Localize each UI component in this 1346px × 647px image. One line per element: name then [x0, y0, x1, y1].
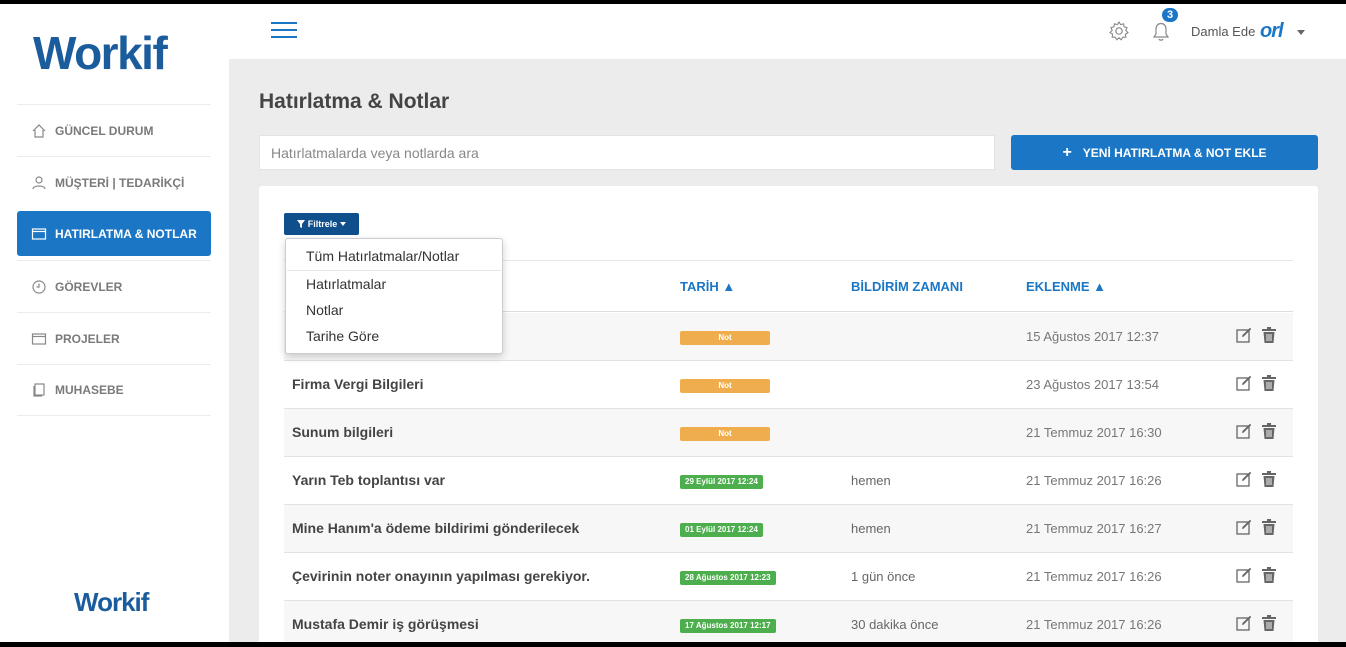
home-icon — [31, 123, 47, 139]
sidebar: Workif GÜNCEL DURUM MÜŞTERİ | TEDARİKÇİ … — [0, 4, 229, 642]
user-name[interactable]: Damla Ede — [1191, 24, 1255, 39]
edit-icon[interactable] — [1236, 327, 1252, 343]
bell-icon[interactable] — [1150, 19, 1172, 43]
edit-icon[interactable] — [1236, 519, 1252, 535]
sidebar-item-label: HATIRLATMA & NOTLAR — [55, 226, 197, 241]
date-badge: 28 Ağustos 2017 12:23 — [680, 571, 776, 585]
gear-icon[interactable] — [1108, 20, 1130, 42]
table-row[interactable]: Sunum bilgileri Not 21 Temmuz 2017 16:30 — [284, 409, 1293, 457]
filter-icon — [296, 220, 305, 228]
filter-dropdown-menu: Tüm Hatırlatmalar/Notlar Hatırlatmalar N… — [285, 238, 503, 354]
add-button-label: YENİ HATIRLATMA & NOT EKLE — [1082, 145, 1267, 160]
notify-time: 30 dakika önce — [851, 617, 939, 632]
notify-time: hemen — [851, 473, 891, 488]
sidebar-nav: GÜNCEL DURUM MÜŞTERİ | TEDARİKÇİ HATIRLA… — [17, 104, 211, 416]
row-title[interactable]: Firma Vergi Bilgileri — [292, 376, 424, 392]
edit-icon[interactable] — [1236, 471, 1252, 487]
row-title[interactable]: Sunum bilgileri — [292, 424, 393, 440]
date-badge: 29 Eylül 2017 12:24 — [680, 475, 763, 489]
added-date: 21 Temmuz 2017 16:26 — [1026, 617, 1162, 632]
sidebar-item-label: GÖREVLER — [55, 279, 123, 294]
table-row[interactable]: Mustafa Demir iş görüşmesi 17 Ağustos 20… — [284, 601, 1293, 642]
caret-down-icon — [340, 222, 347, 226]
chevron-down-icon[interactable] — [1297, 30, 1305, 35]
folder-icon — [31, 226, 47, 242]
notification-badge: 3 — [1162, 8, 1178, 22]
added-date: 21 Temmuz 2017 16:30 — [1026, 425, 1162, 440]
search-input[interactable] — [259, 135, 995, 170]
row-title[interactable]: Mine Hanım'a ödeme bildirimi gönderilece… — [292, 520, 579, 536]
filter-option-by-date[interactable]: Tarihe Göre — [306, 328, 379, 344]
trash-icon[interactable] — [1262, 375, 1276, 391]
workif-logo[interactable]: Workif — [33, 28, 168, 78]
note-badge: Not — [680, 379, 770, 393]
trash-icon[interactable] — [1262, 567, 1276, 583]
added-date: 23 Ağustos 2017 13:54 — [1026, 377, 1160, 392]
trash-icon[interactable] — [1262, 519, 1276, 535]
filter-button-label: Filtrele — [307, 219, 338, 229]
notify-time: hemen — [851, 521, 891, 536]
sidebar-item-projeler[interactable]: PROJELER — [17, 312, 211, 364]
added-date: 15 Ağustos 2017 12:37 — [1026, 329, 1160, 344]
sidebar-item-guncel-durum[interactable]: GÜNCEL DURUM — [17, 104, 211, 156]
org-logo: orl — [1260, 20, 1284, 42]
table-row[interactable]: Mine Hanım'a ödeme bildirimi gönderilece… — [284, 505, 1293, 553]
folder-icon — [31, 331, 47, 347]
filter-button[interactable]: Filtrele — [284, 213, 359, 235]
row-title[interactable]: Yarın Teb toplantısı var — [292, 472, 445, 488]
page-title: Hatırlatma & Notlar — [259, 90, 450, 113]
top-bar: 3 Damla Ede orl — [229, 4, 1346, 59]
edit-icon[interactable] — [1236, 423, 1252, 439]
note-badge: Not — [680, 427, 770, 441]
sidebar-item-label: PROJELER — [55, 331, 120, 346]
trash-icon[interactable] — [1262, 615, 1276, 631]
sidebar-item-musteri-tedarikci[interactable]: MÜŞTERİ | TEDARİKÇİ — [17, 156, 211, 208]
column-header-added[interactable]: EKLENME ▲ — [1026, 279, 1106, 294]
notify-time: 1 gün önce — [851, 569, 916, 584]
edit-icon[interactable] — [1236, 567, 1252, 583]
added-date: 21 Temmuz 2017 16:27 — [1026, 521, 1162, 536]
plus-icon: + — [1062, 143, 1072, 161]
document-icon — [31, 382, 47, 398]
add-reminder-note-button[interactable]: + YENİ HATIRLATMA & NOT EKLE — [1011, 135, 1318, 170]
sidebar-item-label: MÜŞTERİ | TEDARİKÇİ — [55, 175, 185, 190]
workif-footer-logo: Workif — [74, 587, 149, 617]
sidebar-item-label: MUHASEBE — [55, 383, 124, 397]
dropdown-divider — [287, 270, 501, 271]
table-row[interactable]: Firma Vergi Bilgileri Not 23 Ağustos 201… — [284, 361, 1293, 409]
date-badge: 17 Ağustos 2017 12:17 — [680, 619, 776, 633]
column-header-notify[interactable]: BİLDİRİM ZAMANI — [851, 279, 963, 294]
row-title[interactable]: Çevirinin noter onayının yapılması gerek… — [292, 568, 590, 584]
user-icon — [31, 175, 47, 191]
trash-icon[interactable] — [1262, 327, 1276, 343]
sidebar-item-hatirlatma-notlar[interactable]: HATIRLATMA & NOTLAR — [17, 211, 211, 256]
clock-icon — [31, 279, 47, 295]
column-header-date[interactable]: TARİH ▲ — [680, 279, 735, 294]
app-window: Workif GÜNCEL DURUM MÜŞTERİ | TEDARİKÇİ … — [0, 4, 1346, 642]
edit-icon[interactable] — [1236, 615, 1252, 631]
edit-icon[interactable] — [1236, 375, 1252, 391]
sidebar-item-gorevler[interactable]: GÖREVLER — [17, 260, 211, 312]
date-badge: 01 Eylül 2017 12:24 — [680, 523, 763, 537]
filter-option-all[interactable]: Tüm Hatırlatmalar/Notlar — [306, 248, 459, 264]
added-date: 21 Temmuz 2017 16:26 — [1026, 569, 1162, 584]
trash-icon[interactable] — [1262, 423, 1276, 439]
sidebar-item-label: GÜNCEL DURUM — [55, 123, 154, 138]
menu-toggle-icon[interactable] — [271, 22, 297, 40]
filter-option-notes[interactable]: Notlar — [306, 302, 343, 318]
table-row[interactable]: Çevirinin noter onayının yapılması gerek… — [284, 553, 1293, 601]
sidebar-item-muhasebe[interactable]: MUHASEBE — [17, 364, 211, 416]
note-badge: Not — [680, 331, 770, 345]
added-date: 21 Temmuz 2017 16:26 — [1026, 473, 1162, 488]
row-title[interactable]: Mustafa Demir iş görüşmesi — [292, 616, 479, 632]
filter-option-reminders[interactable]: Hatırlatmalar — [306, 276, 386, 292]
trash-icon[interactable] — [1262, 471, 1276, 487]
table-row[interactable]: Yarın Teb toplantısı var 29 Eylül 2017 1… — [284, 457, 1293, 505]
